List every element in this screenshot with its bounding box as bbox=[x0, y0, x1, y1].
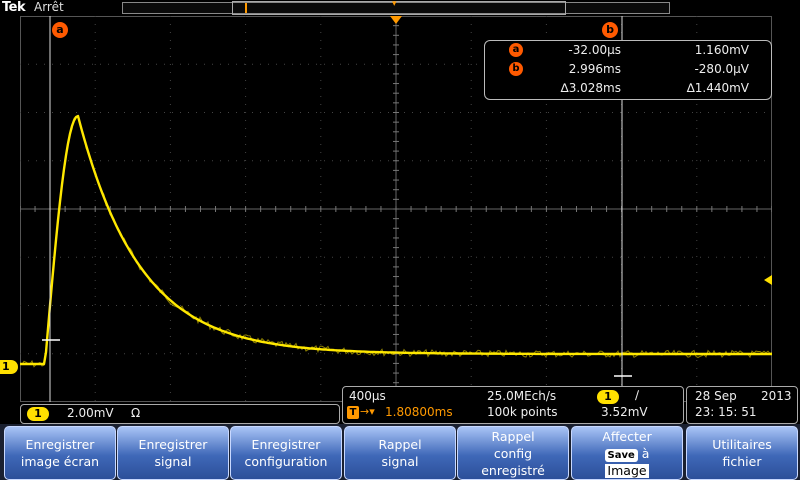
softkey-label: fichier bbox=[722, 454, 762, 469]
record-length: 100k points bbox=[487, 405, 558, 419]
ch1-coupling: Ω bbox=[131, 406, 141, 420]
delta-time: ∆3.028ms bbox=[560, 81, 621, 95]
trigger-icon: T bbox=[347, 406, 359, 419]
recall-waveform-button[interactable]: Rappel signal bbox=[344, 426, 456, 480]
softkey-label: Affecter bbox=[602, 428, 652, 444]
ch1-ground-marker[interactable]: 1 bbox=[0, 360, 18, 374]
trigger-source-badge: 1 bbox=[597, 390, 619, 404]
trigger-level-marker bbox=[764, 275, 772, 285]
record-center-marker: ▾ bbox=[392, 0, 397, 9]
softkey-label: Rappel bbox=[491, 428, 535, 444]
save-key-icon: Save bbox=[604, 448, 638, 462]
save-setup-button[interactable]: Enregistrer configuration bbox=[230, 426, 342, 480]
cursor-b-badge[interactable]: b bbox=[602, 22, 618, 38]
trigger-slope-icon: ∕ bbox=[635, 388, 640, 402]
cursor-a-time: -32.00µs bbox=[568, 43, 621, 57]
cursor-a-badge[interactable]: a bbox=[52, 22, 68, 38]
record-trigger-marker bbox=[245, 3, 247, 13]
assign-save-row: Save à bbox=[572, 445, 682, 462]
brand-logo: Tek bbox=[2, 0, 26, 15]
trigger-level: 3.52mV bbox=[601, 405, 648, 419]
softkey-label-selected: Image bbox=[605, 462, 649, 478]
save-waveform-button[interactable]: Enregistrer signal bbox=[117, 426, 229, 480]
cursor-b-time: 2.996ms bbox=[568, 62, 621, 76]
ch1-badge: 1 bbox=[27, 407, 49, 421]
recall-setup-button[interactable]: Rappel config enregistré bbox=[457, 426, 569, 480]
trigger-position-marker bbox=[390, 16, 402, 24]
timebase: 400µs bbox=[349, 389, 386, 403]
softkey-label: enregistré bbox=[481, 462, 545, 478]
ch1-scale: 2.00mV bbox=[67, 406, 114, 420]
ch1-readout[interactable]: 1 2.00mV Ω bbox=[20, 404, 340, 424]
readout-b-badge: b bbox=[509, 62, 523, 76]
cursor-b-volt: -280.0µV bbox=[694, 62, 749, 76]
date: 28 Sep bbox=[695, 389, 737, 403]
acquisition-readout[interactable]: 400µs T →▾ 1.80800ms 25.0MEch/s 100k poi… bbox=[342, 386, 684, 424]
softkey-label: à bbox=[641, 445, 650, 461]
cursor-a-volt: 1.160mV bbox=[694, 43, 749, 57]
trigger-position: 1.80800ms bbox=[385, 405, 453, 419]
softkey-label: Rappel bbox=[378, 437, 422, 452]
assign-save-button[interactable]: Affecter Save à Image bbox=[571, 426, 683, 480]
softkey-label: Enregistrer bbox=[251, 437, 321, 452]
softkey-label: config bbox=[493, 445, 533, 461]
datetime-readout[interactable]: 28 Sep 2013 23: 15: 51 bbox=[686, 386, 798, 424]
file-utilities-button[interactable]: Utilitaires fichier bbox=[686, 426, 798, 480]
cursor-readout: a -32.00µs 1.160mV b 2.996ms -280.0µV ∆3… bbox=[484, 40, 772, 100]
time: 23: 15: 51 bbox=[695, 405, 757, 419]
save-screen-image-button[interactable]: Enregistrer image écran bbox=[4, 426, 116, 480]
trigger-arrow-icon: →▾ bbox=[360, 405, 375, 418]
delta-volt: ∆1.440mV bbox=[686, 81, 749, 95]
softkey-label: image écran bbox=[20, 454, 100, 469]
softkey-label: signal bbox=[381, 454, 419, 469]
year: 2013 bbox=[761, 389, 792, 403]
softkey-label: Enregistrer bbox=[25, 437, 95, 452]
record-view-window[interactable] bbox=[232, 1, 566, 15]
sample-rate: 25.0MEch/s bbox=[487, 389, 557, 403]
softkey-label: Enregistrer bbox=[138, 437, 208, 452]
readout-a-badge: a bbox=[509, 43, 523, 57]
softkey-label: configuration bbox=[244, 454, 328, 469]
run-state: Arrêt bbox=[34, 0, 64, 14]
softkey-label: signal bbox=[154, 454, 192, 469]
softkey-label: Utilitaires bbox=[712, 437, 772, 452]
